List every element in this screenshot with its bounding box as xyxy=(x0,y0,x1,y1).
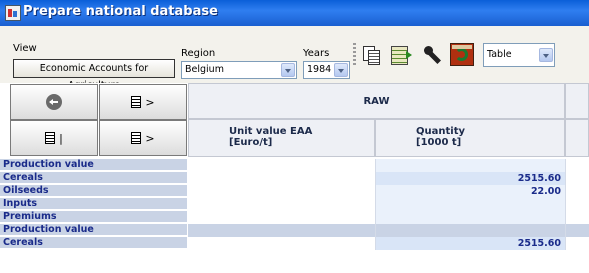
table-row[interactable]: Premiums xyxy=(0,211,589,224)
next-cell[interactable] xyxy=(565,237,589,250)
group-header-next xyxy=(565,83,589,119)
quantity-cell[interactable]: 2515.60 xyxy=(375,237,565,250)
chevron-down-icon[interactable] xyxy=(334,63,348,77)
wrench-icon[interactable] xyxy=(420,43,444,66)
view-button[interactable]: Economic Accounts for Agriculture xyxy=(13,59,175,91)
quantity-cell[interactable]: 22.00 xyxy=(375,185,565,198)
region-label: Region xyxy=(181,48,216,59)
row-label: Cereals xyxy=(0,172,187,184)
grid-export-icon[interactable] xyxy=(389,43,413,66)
row-label: Cereals xyxy=(0,237,187,249)
column-title: Unit value EAA xyxy=(229,126,313,137)
next-cell[interactable] xyxy=(565,224,589,237)
table-row[interactable]: Production value xyxy=(0,159,589,172)
table-row[interactable]: Oilseeds 22.00 xyxy=(0,185,589,198)
row-label: Inputs xyxy=(0,198,187,210)
chevron-down-icon[interactable] xyxy=(539,48,553,62)
row-label: Production value xyxy=(0,224,187,236)
document-icon xyxy=(45,132,56,144)
next-cell[interactable] xyxy=(565,185,589,198)
region-select[interactable]: Belgium xyxy=(181,61,297,79)
years-select[interactable]: 1984 xyxy=(303,61,350,79)
next-symbol: > xyxy=(145,95,155,109)
quantity-cell[interactable] xyxy=(375,159,565,172)
years-value: 1984 xyxy=(307,64,332,75)
column-unit: [Euro/t] xyxy=(229,137,273,148)
next-cell[interactable] xyxy=(565,211,589,224)
data-grid: > | > RAW Unit value EAA [Euro/t] Quanti… xyxy=(0,83,589,273)
first-symbol: | xyxy=(59,131,63,145)
next-cell[interactable] xyxy=(565,172,589,185)
column-header-quantity[interactable]: Quantity [1000 t] xyxy=(375,119,565,157)
quantity-cell[interactable] xyxy=(375,224,565,237)
column-header-unit-value[interactable]: Unit value EAA [Euro/t] xyxy=(188,119,375,157)
row-label: Oilseeds xyxy=(0,185,187,197)
application-window: Prepare national database View Economic … xyxy=(0,0,589,273)
column-title: Quantity xyxy=(416,126,465,137)
refresh-icon[interactable] xyxy=(450,43,474,66)
window-title: Prepare national database xyxy=(23,4,218,19)
unit-value-cell[interactable] xyxy=(188,211,375,224)
row-label: Production value xyxy=(0,159,187,171)
chevron-down-icon[interactable] xyxy=(281,63,295,77)
column-unit: [1000 t] xyxy=(416,137,462,148)
unit-value-cell[interactable] xyxy=(188,224,375,237)
quantity-cell[interactable] xyxy=(375,198,565,211)
unit-value-cell[interactable] xyxy=(188,185,375,198)
title-bar: Prepare national database xyxy=(0,0,589,26)
document-icon xyxy=(131,132,142,144)
table-row[interactable]: Production value xyxy=(0,224,589,237)
next-column-button[interactable]: > xyxy=(99,84,187,120)
next-cell[interactable] xyxy=(565,198,589,211)
back-button[interactable] xyxy=(10,84,98,120)
display-mode-select[interactable]: Table xyxy=(483,43,555,67)
row-label: Premiums xyxy=(0,211,187,223)
copy-icon[interactable] xyxy=(359,43,383,66)
group-header-raw: RAW xyxy=(188,83,565,119)
document-icon xyxy=(131,96,142,108)
unit-value-cell[interactable] xyxy=(188,172,375,185)
years-label: Years xyxy=(303,48,330,59)
quantity-cell[interactable]: 2515.60 xyxy=(375,172,565,185)
region-value: Belgium xyxy=(185,64,224,75)
column-header-next xyxy=(565,119,589,157)
unit-value-cell[interactable] xyxy=(188,237,375,250)
app-icon xyxy=(5,5,21,21)
table-row[interactable]: Cereals 2515.60 xyxy=(0,172,589,185)
table-row[interactable]: Inputs xyxy=(0,198,589,211)
control-panel: View Economic Accounts for Agriculture R… xyxy=(0,26,589,91)
next-page-symbol: > xyxy=(145,131,155,145)
next-page-button[interactable]: > xyxy=(99,120,187,156)
back-arrow-icon xyxy=(46,94,62,110)
next-cell[interactable] xyxy=(565,159,589,172)
table-row[interactable]: Cereals 2515.60 xyxy=(0,237,589,250)
display-mode-value: Table xyxy=(487,49,512,60)
first-column-button[interactable]: | xyxy=(10,120,98,156)
unit-value-cell[interactable] xyxy=(188,198,375,211)
quantity-cell[interactable] xyxy=(375,211,565,224)
unit-value-cell[interactable] xyxy=(188,159,375,172)
toolbar-grip[interactable] xyxy=(353,43,356,67)
view-label: View xyxy=(13,43,37,54)
